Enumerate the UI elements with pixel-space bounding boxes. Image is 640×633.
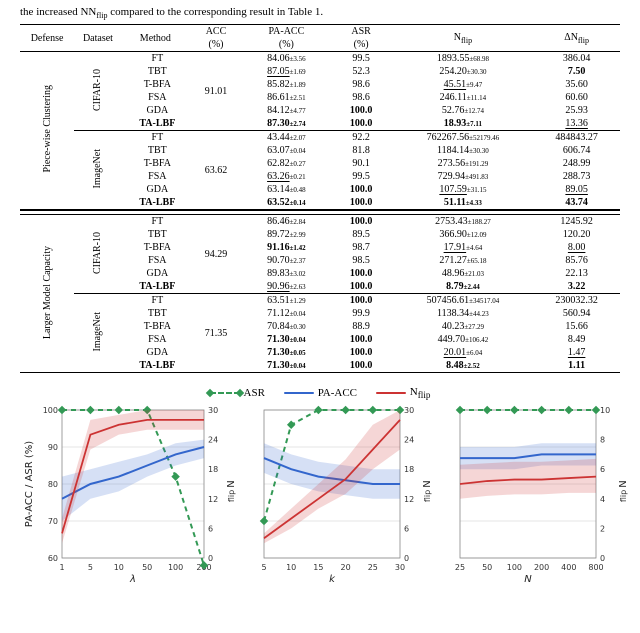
svg-text:30: 30 — [395, 563, 405, 572]
svg-text:6: 6 — [600, 465, 605, 474]
svg-text:flip: flip — [619, 490, 628, 502]
svg-text:70: 70 — [48, 517, 58, 526]
chart-N: 0 2 4 6 8 10 Nflip 25 50 100 200 400 800 N — [442, 404, 632, 584]
nflip-sub: flip — [96, 11, 107, 20]
legend-asr: ASR — [210, 387, 265, 399]
chart-legend: ASR PA-ACC Nflip — [20, 385, 620, 400]
svg-text:6: 6 — [404, 525, 409, 534]
svg-text:12: 12 — [208, 495, 218, 504]
svg-text:20: 20 — [341, 563, 351, 572]
chart-panel: ASR PA-ACC Nflip 60708090100PA-ACC / ASR… — [20, 385, 620, 587]
svg-text:80: 80 — [48, 480, 58, 489]
svg-text:100: 100 — [168, 563, 183, 572]
svg-text:200: 200 — [534, 563, 549, 572]
svg-text:24: 24 — [404, 436, 414, 445]
svg-text:N: N — [226, 481, 237, 488]
svg-text:90: 90 — [48, 443, 58, 452]
svg-text:50: 50 — [142, 563, 152, 572]
svg-text:50: 50 — [482, 563, 492, 572]
svg-text:100: 100 — [43, 406, 58, 415]
svg-text:flip: flip — [423, 490, 432, 502]
legend-nflip: Nflip — [376, 386, 431, 400]
svg-text:24: 24 — [208, 436, 218, 445]
svg-text:0: 0 — [208, 554, 213, 563]
svg-text:10: 10 — [600, 406, 610, 415]
svg-text:30: 30 — [404, 406, 414, 415]
svg-text:λ: λ — [129, 574, 136, 584]
svg-text:4: 4 — [600, 495, 605, 504]
svg-text:N: N — [422, 481, 433, 488]
caption-text-2: compared to the corresponding result in … — [107, 6, 323, 18]
svg-text:25: 25 — [455, 563, 465, 572]
svg-text:10: 10 — [286, 563, 296, 572]
svg-text:60: 60 — [48, 554, 58, 563]
svg-text:0: 0 — [404, 554, 409, 563]
svg-text:100: 100 — [507, 563, 522, 572]
svg-text:2: 2 — [600, 525, 605, 534]
svg-text:flip: flip — [227, 490, 236, 502]
svg-text:6: 6 — [208, 525, 213, 534]
legend-paacc: PA-ACC — [284, 387, 357, 399]
svg-text:0: 0 — [600, 554, 605, 563]
svg-text:25: 25 — [368, 563, 378, 572]
svg-text:800: 800 — [588, 563, 603, 572]
svg-text:5: 5 — [261, 563, 266, 572]
svg-text:400: 400 — [561, 563, 576, 572]
svg-text:18: 18 — [208, 465, 218, 474]
svg-text:30: 30 — [208, 406, 218, 415]
svg-text:N: N — [524, 574, 532, 584]
svg-text:N: N — [618, 481, 629, 488]
svg-text:8: 8 — [600, 436, 605, 445]
svg-text:12: 12 — [404, 495, 414, 504]
caption-text: the increased N — [20, 6, 88, 18]
svg-text:15: 15 — [313, 563, 323, 572]
svg-text:5: 5 — [88, 563, 93, 572]
chart-k: 0 6 12 18 24 30 Nflip 5 10 15 20 25 30 k — [246, 404, 436, 584]
svg-text:1: 1 — [59, 563, 64, 572]
svg-text:18: 18 — [404, 465, 414, 474]
results-table: DefenseDatasetMethodACCPA-ACCASRNflipΔNf… — [20, 24, 620, 373]
table-caption-fragment: the increased NNflip compared to the cor… — [20, 6, 620, 20]
chart-lambda: 60 70 80 90 100 PA-ACC / ASR (%) 0 6 12 18 24 30 Nfl… — [20, 404, 240, 584]
svg-text:k: k — [329, 574, 336, 584]
svg-text:10: 10 — [114, 563, 124, 572]
svg-text:PA-ACC / ASR (%): PA-ACC / ASR (%) — [24, 441, 35, 527]
